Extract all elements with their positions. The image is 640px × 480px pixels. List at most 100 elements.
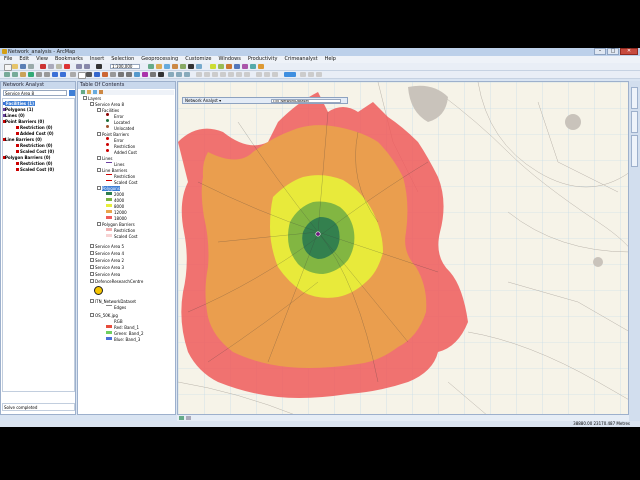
analysis-select[interactable]: Service Area 8 xyxy=(3,90,67,96)
toc-item[interactable]: ITN_NetworkDataset xyxy=(95,299,136,304)
toc-item[interactable]: Error xyxy=(114,114,124,119)
html-popup-icon[interactable] xyxy=(110,72,116,77)
toc-item[interactable]: 2000 xyxy=(114,192,124,197)
menu-bookmarks[interactable]: Bookmarks xyxy=(55,56,83,63)
layer-checkbox[interactable] xyxy=(83,96,87,100)
tool-icon[interactable] xyxy=(218,64,224,69)
layer-checkbox[interactable] xyxy=(97,222,101,226)
toc-item[interactable]: Unlocated xyxy=(114,126,134,131)
zoom-in-icon[interactable] xyxy=(4,72,10,77)
layer-checkbox[interactable] xyxy=(90,272,94,276)
viewer-icon[interactable] xyxy=(158,72,164,77)
service-area-map[interactable] xyxy=(178,82,629,415)
redo-icon[interactable] xyxy=(84,64,90,69)
tool-icon[interactable] xyxy=(168,72,174,77)
toc-item[interactable]: Service Area 3 xyxy=(95,265,124,270)
hyperlink-icon[interactable] xyxy=(102,72,108,77)
facility-marker[interactable] xyxy=(315,231,321,237)
na-item[interactable]: Scaled Cost (0) xyxy=(20,149,54,154)
pan-icon[interactable] xyxy=(20,72,26,77)
toc-item[interactable]: Located xyxy=(114,120,130,125)
tool-icon[interactable] xyxy=(184,72,190,77)
na-item[interactable]: Lines (0) xyxy=(5,113,25,118)
catalog-icon[interactable] xyxy=(164,64,170,69)
layer-checkbox[interactable] xyxy=(90,279,94,283)
list-by-source-icon[interactable] xyxy=(87,90,91,94)
na-item[interactable]: Added Cost (0) xyxy=(20,131,54,136)
menu-geoprocessing[interactable]: Geoprocessing xyxy=(141,56,178,63)
toc-item[interactable]: Red: Band_1 xyxy=(114,325,139,330)
save-icon[interactable] xyxy=(20,64,26,69)
na-item[interactable]: Restriction (0) xyxy=(20,143,53,148)
tool-icon[interactable] xyxy=(234,64,240,69)
list-by-drawing-order-icon[interactable] xyxy=(81,90,85,94)
print-icon[interactable] xyxy=(28,64,34,69)
menu-insert[interactable]: Insert xyxy=(90,56,104,63)
layout-view-icon[interactable] xyxy=(186,416,191,420)
na-item[interactable]: Polygons (1) xyxy=(5,107,33,112)
toc-item[interactable]: Service Area 8 xyxy=(95,102,124,107)
editor-icon[interactable] xyxy=(148,64,154,69)
select-elements-icon[interactable] xyxy=(86,72,92,77)
data-view-icon[interactable] xyxy=(179,416,184,420)
menu-customize[interactable]: Customize xyxy=(185,56,211,63)
na-item[interactable]: Polygon Barriers (0) xyxy=(5,155,50,160)
toc-item[interactable]: Point Barriers xyxy=(102,132,129,137)
tool-icon[interactable] xyxy=(250,64,256,69)
tool-icon[interactable] xyxy=(226,64,232,69)
new-icon[interactable] xyxy=(4,64,12,71)
layer-checkbox[interactable] xyxy=(90,102,94,106)
tool-icon[interactable] xyxy=(308,72,314,77)
forward-icon[interactable] xyxy=(60,72,66,77)
fixed-zoom-out-icon[interactable] xyxy=(44,72,50,77)
tool-icon[interactable] xyxy=(272,72,278,77)
na-item[interactable]: Restriction (0) xyxy=(20,161,53,166)
toc-item[interactable]: Restriction xyxy=(114,228,135,233)
toc-icon[interactable] xyxy=(156,64,162,69)
open-icon[interactable] xyxy=(12,64,18,69)
na-item[interactable]: Line Barriers (0) xyxy=(5,137,42,142)
menu-windows[interactable]: Windows xyxy=(218,56,240,63)
na-item[interactable]: Facilities (1) xyxy=(5,101,35,106)
layer-checkbox[interactable] xyxy=(90,244,94,248)
network-analyst-menu[interactable]: Network Analyst ▾ xyxy=(185,98,221,104)
tool-icon[interactable] xyxy=(264,72,270,77)
zoom-out-icon[interactable] xyxy=(12,72,18,77)
toc-item[interactable]: 4000 xyxy=(114,198,124,203)
toc-item[interactable]: Error xyxy=(114,138,124,143)
toc-item[interactable]: Service Area 5 xyxy=(95,244,124,249)
layer-checkbox[interactable] xyxy=(90,299,94,303)
toc-item[interactable]: 18000 xyxy=(114,216,127,221)
toc-item[interactable]: Layers xyxy=(88,96,101,101)
na-item[interactable]: Point Barriers (0) xyxy=(5,119,44,124)
layer-checkbox[interactable] xyxy=(97,168,101,172)
toc-item[interactable]: Blue: Band_3 xyxy=(114,337,140,342)
properties-icon[interactable] xyxy=(69,90,75,96)
tool-icon[interactable] xyxy=(210,64,216,69)
search-icon[interactable] xyxy=(172,64,178,69)
add-data-icon[interactable] xyxy=(96,64,102,69)
layer-checkbox[interactable] xyxy=(97,108,101,112)
tool-icon[interactable] xyxy=(236,72,242,77)
layer-checkbox[interactable] xyxy=(90,258,94,262)
catalog-tab[interactable] xyxy=(631,87,638,109)
select-features-icon[interactable] xyxy=(70,72,76,77)
map-scale-input[interactable]: 1:100,000 xyxy=(110,64,140,69)
map-view[interactable]: Network Analyst ▾ ITN_NetworkDataset xyxy=(177,81,629,415)
toc-item[interactable]: Restriction xyxy=(114,144,135,149)
measure-icon[interactable] xyxy=(118,72,124,77)
toc-item[interactable]: OS_50K.jpg xyxy=(95,313,118,318)
layer-checkbox[interactable] xyxy=(97,186,101,190)
layer-checkbox[interactable] xyxy=(90,313,94,317)
tool-icon[interactable] xyxy=(256,72,262,77)
toc-item[interactable]: DefenceResearchCentre xyxy=(95,279,143,284)
python-icon[interactable] xyxy=(188,64,194,69)
toc-item[interactable]: Service Area 4 xyxy=(95,251,124,256)
find-route-icon[interactable] xyxy=(134,72,140,77)
copy-icon[interactable] xyxy=(48,64,54,69)
identify-icon[interactable] xyxy=(94,72,100,77)
minimize-button[interactable]: – xyxy=(594,48,606,55)
cut-icon[interactable] xyxy=(40,64,46,69)
back-icon[interactable] xyxy=(52,72,58,77)
create-features-tab[interactable] xyxy=(631,135,638,167)
